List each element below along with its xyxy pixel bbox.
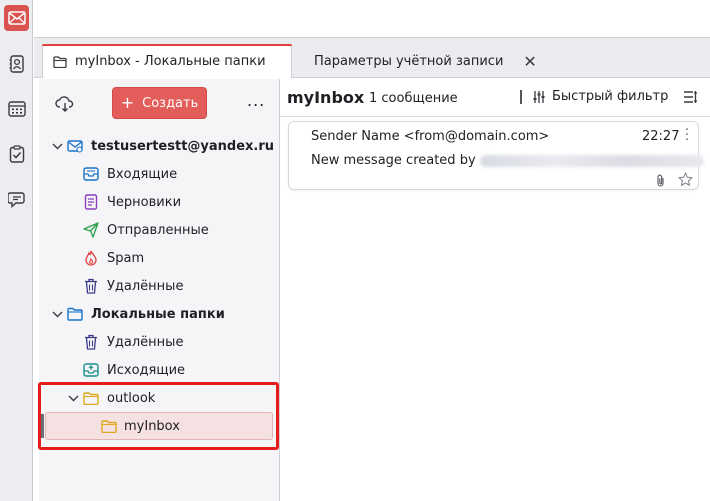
tree-label: myInbox	[124, 418, 180, 434]
get-messages-button[interactable]	[54, 93, 76, 115]
tree-row-outlook[interactable]: outlook	[39, 384, 280, 412]
folder-tree: testusertestt@yandex.ru Входящие Чернови…	[39, 132, 280, 440]
tree-label: Удалённые	[107, 278, 184, 294]
tree-label: Черновики	[107, 194, 182, 210]
message-time: 22:27	[642, 129, 680, 144]
tree-row-outbox[interactable]: Исходящие	[39, 356, 280, 384]
folder-tab-icon	[53, 55, 67, 68]
cloud-download-icon	[55, 96, 74, 112]
folder-icon	[83, 390, 99, 406]
selection-indicator	[41, 414, 44, 438]
divider	[520, 89, 522, 104]
create-label: Создать	[142, 95, 199, 111]
tree-row-sent[interactable]: Отправленные	[39, 216, 280, 244]
list-view-button[interactable]	[683, 90, 699, 108]
tree-label: testusertestt@yandex.ru	[91, 138, 275, 154]
tree-label: outlook	[107, 390, 156, 406]
calendar-icon	[7, 101, 26, 117]
folder-pane-toolbar: + Создать ...	[39, 79, 279, 127]
tree-label: Локальные папки	[91, 306, 225, 322]
tree-row-local-folders[interactable]: Локальные папки	[39, 300, 280, 328]
quick-filter-button[interactable]: Быстрый фильтр	[520, 89, 668, 104]
calendar-space-button[interactable]	[4, 96, 29, 122]
tree-label: Удалённые	[107, 334, 184, 350]
tree-row-trash[interactable]: Удалённые	[39, 272, 280, 300]
close-icon[interactable]: ✕	[523, 52, 536, 71]
tree-row-inbox[interactable]: Входящие	[39, 160, 280, 188]
folder-pane: + Создать ... testusertestt@yandex.ru Вх…	[39, 79, 280, 501]
tree-label: Отправленные	[107, 222, 209, 238]
tab-bar: myInbox - Локальные папки Параметры учёт…	[34, 38, 710, 78]
title-bar	[34, 0, 710, 38]
mail-icon	[7, 11, 26, 25]
chevron-down-icon[interactable]	[51, 308, 63, 320]
tab-myinbox[interactable]: myInbox - Локальные папки	[42, 44, 292, 78]
chevron-down-icon[interactable]	[67, 392, 79, 404]
chat-space-button[interactable]	[4, 186, 29, 212]
trash-icon	[83, 334, 99, 350]
more-button[interactable]: ...	[247, 91, 265, 110]
sent-icon	[83, 222, 99, 238]
message-list-header: myInbox 1 сообщение Быстрый фильтр	[280, 79, 710, 117]
tab-account-settings[interactable]: Параметры учётной записи ✕	[296, 44, 541, 78]
mail-space-button[interactable]	[4, 5, 29, 31]
tasks-icon	[9, 145, 24, 163]
message-menu-icon[interactable]: · · ·	[684, 124, 690, 147]
tree-label: Исходящие	[107, 362, 186, 378]
spam-icon	[83, 250, 99, 266]
tree-row-spam[interactable]: Spam	[39, 244, 280, 272]
address-book-space-button[interactable]	[4, 51, 29, 77]
filter-sliders-icon	[533, 90, 545, 103]
attachment-icon	[656, 174, 665, 191]
tree-row-local-trash[interactable]: Удалённые	[39, 328, 280, 356]
redacted-text	[479, 154, 704, 167]
list-view-icon	[684, 91, 697, 103]
spaces-toolbar	[0, 0, 33, 501]
trash-icon	[83, 278, 99, 294]
quick-filter-label: Быстрый фильтр	[552, 89, 669, 104]
local-folders-icon	[67, 306, 83, 322]
tree-row-drafts[interactable]: Черновики	[39, 188, 280, 216]
message-subject: New message created by	[311, 153, 704, 168]
tab-label: Параметры учётной записи	[314, 53, 504, 69]
message-count: 1 сообщение	[369, 91, 458, 106]
drafts-icon	[83, 194, 99, 210]
message-list-pane: myInbox 1 сообщение Быстрый фильтр Sende…	[280, 79, 710, 501]
message-card[interactable]: Sender Name <from@domain.com> 22:27 · · · …	[288, 121, 704, 191]
chevron-down-icon[interactable]	[51, 140, 63, 152]
outbox-icon	[83, 362, 99, 378]
mail-account-icon	[67, 138, 83, 154]
tree-label: Входящие	[107, 166, 178, 182]
plus-icon: +	[120, 93, 135, 112]
tree-label: Spam	[107, 250, 145, 266]
folder-title: myInbox	[287, 88, 365, 107]
inbox-icon	[83, 166, 99, 182]
folder-icon	[101, 418, 117, 434]
tree-row-account-yandex[interactable]: testusertestt@yandex.ru	[39, 132, 280, 160]
tab-label: myInbox - Локальные папки	[75, 54, 266, 69]
message-sender: Sender Name <from@domain.com>	[311, 129, 550, 144]
chat-icon	[7, 191, 25, 208]
address-book-icon	[9, 55, 24, 73]
star-icon[interactable]	[678, 172, 693, 191]
tree-row-myinbox[interactable]: myInbox	[45, 412, 273, 440]
subject-text: New message created by	[311, 153, 476, 168]
tasks-space-button[interactable]	[4, 141, 29, 167]
create-button[interactable]: + Создать	[112, 87, 207, 119]
